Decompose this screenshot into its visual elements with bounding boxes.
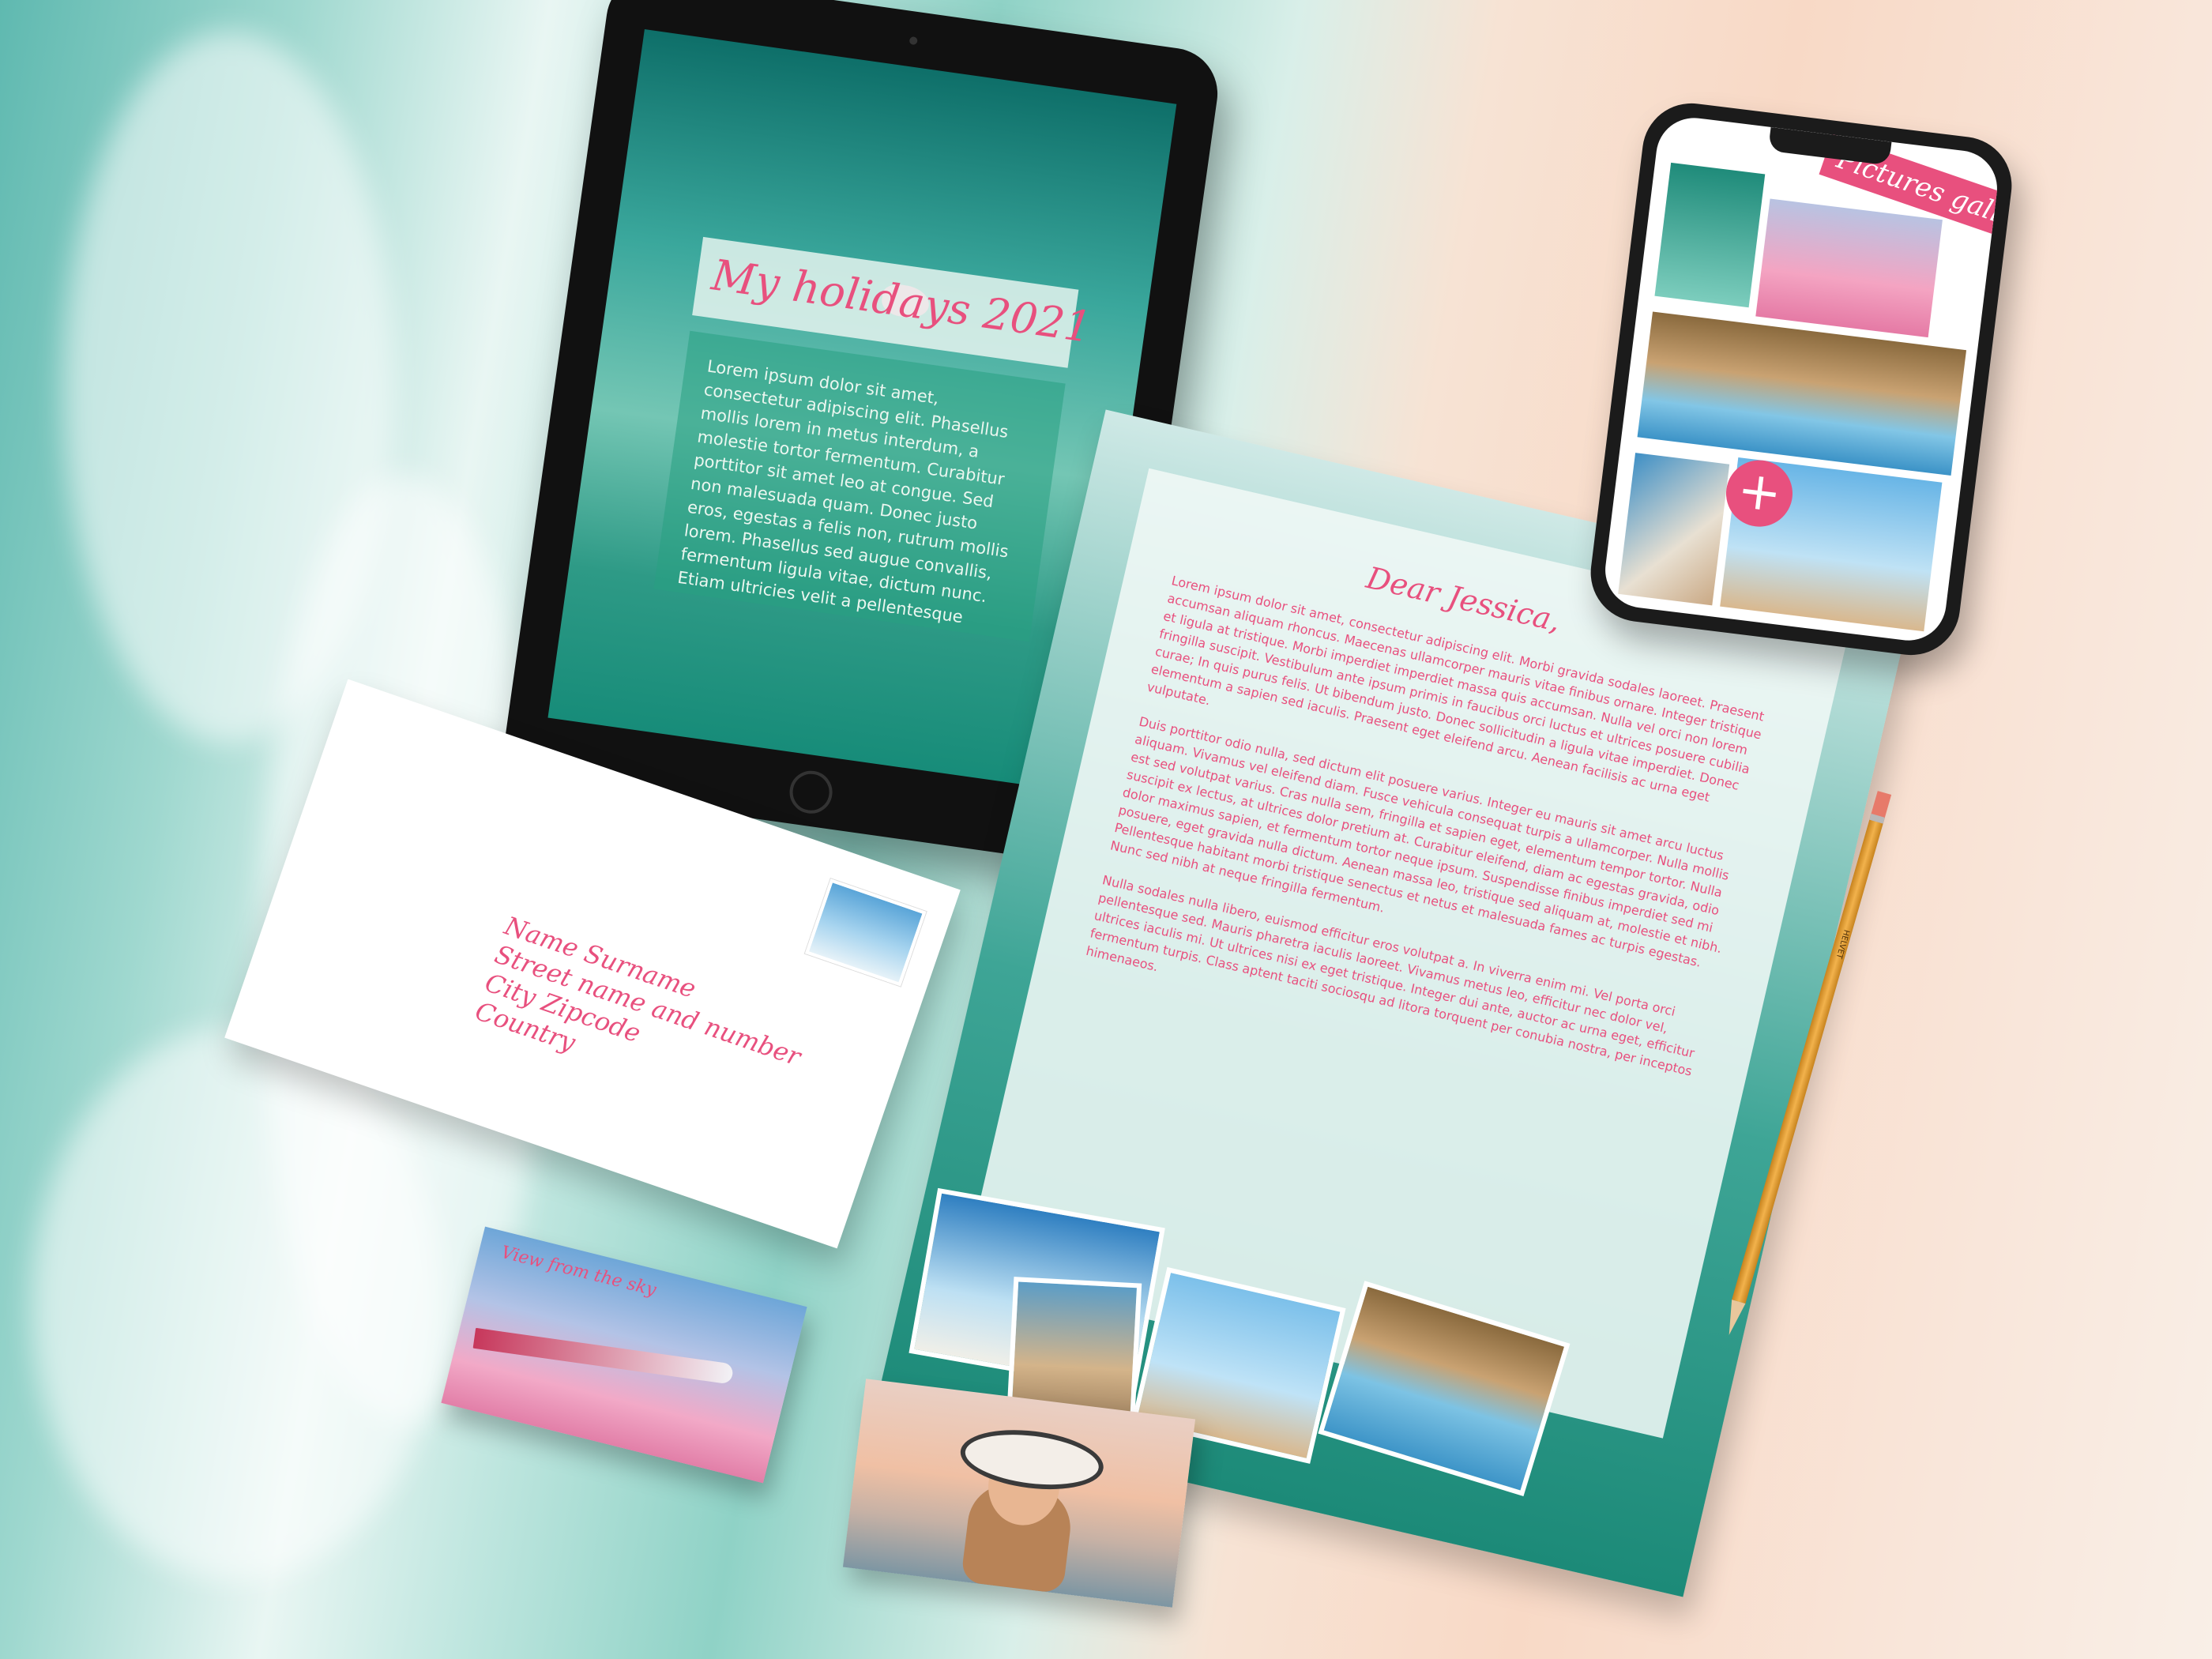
phone-screen: Pictures gallery + bbox=[1601, 113, 2002, 645]
beach-background: My holidays 2021 Lorem ipsum dolor sit a… bbox=[0, 0, 2212, 1659]
gallery-tile-beach-aerial[interactable] bbox=[1618, 453, 1730, 606]
tablet-home-button[interactable] bbox=[787, 768, 836, 817]
gallery-tile-pink[interactable] bbox=[1755, 198, 1943, 338]
photo-card-sky: View from the sky bbox=[441, 1226, 807, 1484]
pencil-eraser bbox=[1869, 791, 1892, 824]
phone-device: Pictures gallery + bbox=[1585, 97, 2018, 661]
gallery-tile-umbrella[interactable] bbox=[1637, 311, 1967, 476]
sun-hat bbox=[957, 1422, 1107, 1497]
wave-foam bbox=[32, 1027, 442, 1580]
holiday-text-box: Lorem ipsum dolor sit amet, consectetur … bbox=[653, 330, 1066, 642]
photo-card-portrait bbox=[842, 1379, 1196, 1608]
tablet-camera bbox=[908, 36, 918, 46]
stamp-photo bbox=[804, 878, 927, 987]
airplane-wing bbox=[472, 1327, 735, 1385]
photo-caption: View from the sky bbox=[498, 1242, 659, 1300]
holiday-text: Lorem ipsum dolor sit amet, consectetur … bbox=[676, 356, 1010, 627]
gallery-tile-teal[interactable] bbox=[1654, 162, 1766, 308]
address-block: Name Surname Street name and number City… bbox=[472, 911, 814, 1129]
letter-body: Lorem ipsum dolor sit amet, consectetur … bbox=[1081, 571, 1782, 1116]
add-button-label: + bbox=[1734, 458, 1785, 525]
holiday-title: My holidays 2021 bbox=[709, 250, 1095, 353]
